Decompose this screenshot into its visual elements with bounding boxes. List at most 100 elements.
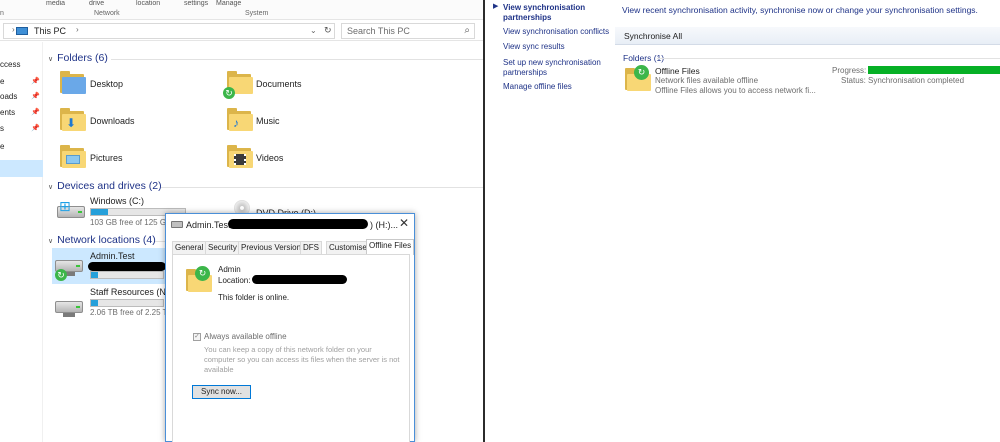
ribbon-group-location: n — [0, 10, 4, 17]
folder-music[interactable]: Music — [256, 116, 280, 126]
ribbon-group-system: System — [245, 10, 269, 17]
drive-usage-fill — [91, 300, 99, 306]
network-drive-icon[interactable] — [55, 293, 85, 319]
task-view-partnerships[interactable]: View synchronisation partnerships — [503, 3, 603, 23]
sync-center-window: ▶ View synchronisation partnerships View… — [485, 0, 1000, 442]
redaction-mark — [88, 262, 166, 271]
sync-center-description: View recent synchronisation activity, sy… — [622, 5, 978, 15]
sidebar-item-quick-access[interactable]: ccess — [0, 60, 20, 69]
documents-folder-icon[interactable]: ↻ — [223, 71, 255, 99]
search-icon[interactable]: ⌕ — [464, 25, 470, 36]
ribbon: media drive location settings Manage n N… — [0, 0, 483, 20]
always-available-checkbox[interactable]: ✓ — [193, 333, 201, 341]
sync-progress-bar — [868, 66, 1000, 74]
status-value: Synchronisation completed — [868, 76, 965, 85]
sidebar-item-downloads[interactable]: oads — [0, 92, 17, 101]
address-path: This PC — [34, 26, 67, 36]
tab-general[interactable]: General — [172, 241, 207, 254]
download-arrow-icon: ⬇ — [66, 116, 77, 130]
pin-icon: 📌 — [31, 93, 40, 100]
windows-logo-icon: ⊞ — [59, 198, 71, 214]
search-placeholder: Search This PC — [347, 26, 410, 36]
folder-documents[interactable]: Documents — [256, 79, 302, 89]
sidebar-item-other[interactable]: e — [0, 142, 4, 151]
network-drive-icon[interactable]: ↻ — [55, 252, 85, 281]
folder-pictures[interactable]: Pictures — [90, 153, 123, 163]
group-divider — [161, 187, 483, 188]
network-drive-icon — [171, 221, 183, 228]
tab-previous-versions[interactable]: Previous Versions — [238, 241, 309, 254]
offline-files-name[interactable]: Offline Files — [655, 66, 700, 76]
sidebar-item-documents[interactable]: ents — [0, 108, 15, 117]
progress-label: Progress: — [832, 66, 867, 75]
group-header-network[interactable]: ∨ Network locations (4) — [48, 234, 156, 246]
chevron-down-icon[interactable]: ⌄ — [310, 26, 317, 35]
chevron-right-icon[interactable]: › — [12, 25, 15, 34]
drive-usage-fill — [91, 272, 99, 278]
windows-drive-icon[interactable]: ⊞ — [57, 198, 87, 224]
ribbon-drive-button[interactable]: drive — [89, 0, 104, 7]
music-folder-icon[interactable]: ♪ — [227, 108, 255, 134]
task-setup-partnerships[interactable]: Set up new synchronisation partnerships — [503, 58, 603, 78]
folder-desktop[interactable]: Desktop — [90, 79, 123, 89]
network-staff-name[interactable]: Staff Resources (N:) — [90, 287, 171, 297]
drive-usage-fill — [91, 209, 108, 215]
redaction-mark — [228, 219, 368, 229]
address-bar-row: › This PC › ⌄ ↻ Search This PC ⌕ — [0, 21, 483, 41]
tab-dfs[interactable]: DFS — [300, 241, 322, 254]
location-label: Location: — [218, 276, 251, 285]
current-task-arrow-icon: ▶ — [493, 3, 499, 10]
address-bar[interactable]: › This PC › ⌄ ↻ — [3, 23, 335, 39]
tab-offline-files[interactable]: Offline Files — [366, 239, 415, 255]
folder-downloads[interactable]: Downloads — [90, 116, 135, 126]
chevron-down-icon: ∨ — [48, 238, 54, 245]
sync-status-icon: ↻ — [195, 266, 210, 281]
network-admin-name[interactable]: Admin.Test — [90, 251, 135, 261]
folder-videos[interactable]: Videos — [256, 153, 283, 163]
sync-status-icon: ↻ — [634, 65, 649, 80]
ribbon-media-button[interactable]: media — [46, 0, 65, 7]
redaction-mark — [252, 275, 347, 284]
refresh-icon[interactable]: ↻ — [324, 25, 332, 36]
videos-folder-icon[interactable] — [227, 145, 255, 171]
chevron-down-icon: ∨ — [48, 56, 54, 63]
sync-now-button[interactable]: Sync now... — [192, 385, 251, 399]
drive-windows-free-space: 103 GB free of 125 GB — [90, 218, 172, 227]
chevron-right-icon[interactable]: › — [76, 25, 79, 34]
downloads-folder-icon[interactable]: ⬇ — [60, 108, 88, 134]
drive-windows-name[interactable]: Windows (C:) — [90, 196, 144, 206]
group-header-label: Devices and drives (2) — [57, 180, 162, 192]
group-header-folders[interactable]: ∨ Folders (6) — [48, 52, 108, 64]
sidebar-selection-highlight — [0, 160, 43, 177]
sidebar-item-pictures[interactable]: s — [0, 124, 4, 133]
sync-progress-fill — [868, 66, 1000, 74]
desktop-folder-icon[interactable] — [60, 71, 88, 97]
task-view-results[interactable]: View sync results — [503, 42, 565, 52]
sidebar-item-desktop[interactable]: e — [0, 77, 4, 86]
task-manage-offline-files[interactable]: Manage offline files — [503, 82, 572, 92]
online-status: This folder is online. — [218, 293, 290, 302]
dialog-title: Admin.Test — [186, 220, 231, 230]
group-header-devices[interactable]: ∨ Devices and drives (2) — [48, 180, 162, 192]
ribbon-settings-button[interactable]: settings — [184, 0, 208, 7]
pin-icon: 📌 — [31, 125, 40, 132]
pictures-folder-icon[interactable] — [60, 145, 88, 171]
status-label: Status: — [841, 76, 866, 85]
tab-customise[interactable]: Customise — [326, 241, 370, 254]
folder-name: Admin — [218, 265, 241, 274]
tab-security[interactable]: Security — [205, 241, 240, 254]
dialog-tab-strip: General Security Previous Versions DFS C… — [172, 239, 415, 255]
ribbon-manage-button[interactable]: Manage — [216, 0, 241, 7]
task-view-conflicts[interactable]: View synchronisation conflicts — [503, 27, 609, 37]
group-header-label: Folders (6) — [57, 52, 108, 64]
offline-files-folder-icon[interactable]: ↻ — [625, 65, 653, 94]
search-input[interactable]: Search This PC ⌕ — [341, 23, 475, 39]
offline-files-status: Network files available offline — [655, 76, 759, 85]
offline-folder-icon: ↻ — [186, 266, 214, 295]
synchronise-all-button[interactable]: Synchronise All — [624, 31, 682, 41]
group-divider — [111, 59, 483, 60]
close-icon[interactable]: ✕ — [399, 216, 409, 230]
pin-icon: 📌 — [31, 78, 40, 85]
computer-icon — [16, 27, 28, 35]
ribbon-location-button[interactable]: location — [136, 0, 160, 7]
